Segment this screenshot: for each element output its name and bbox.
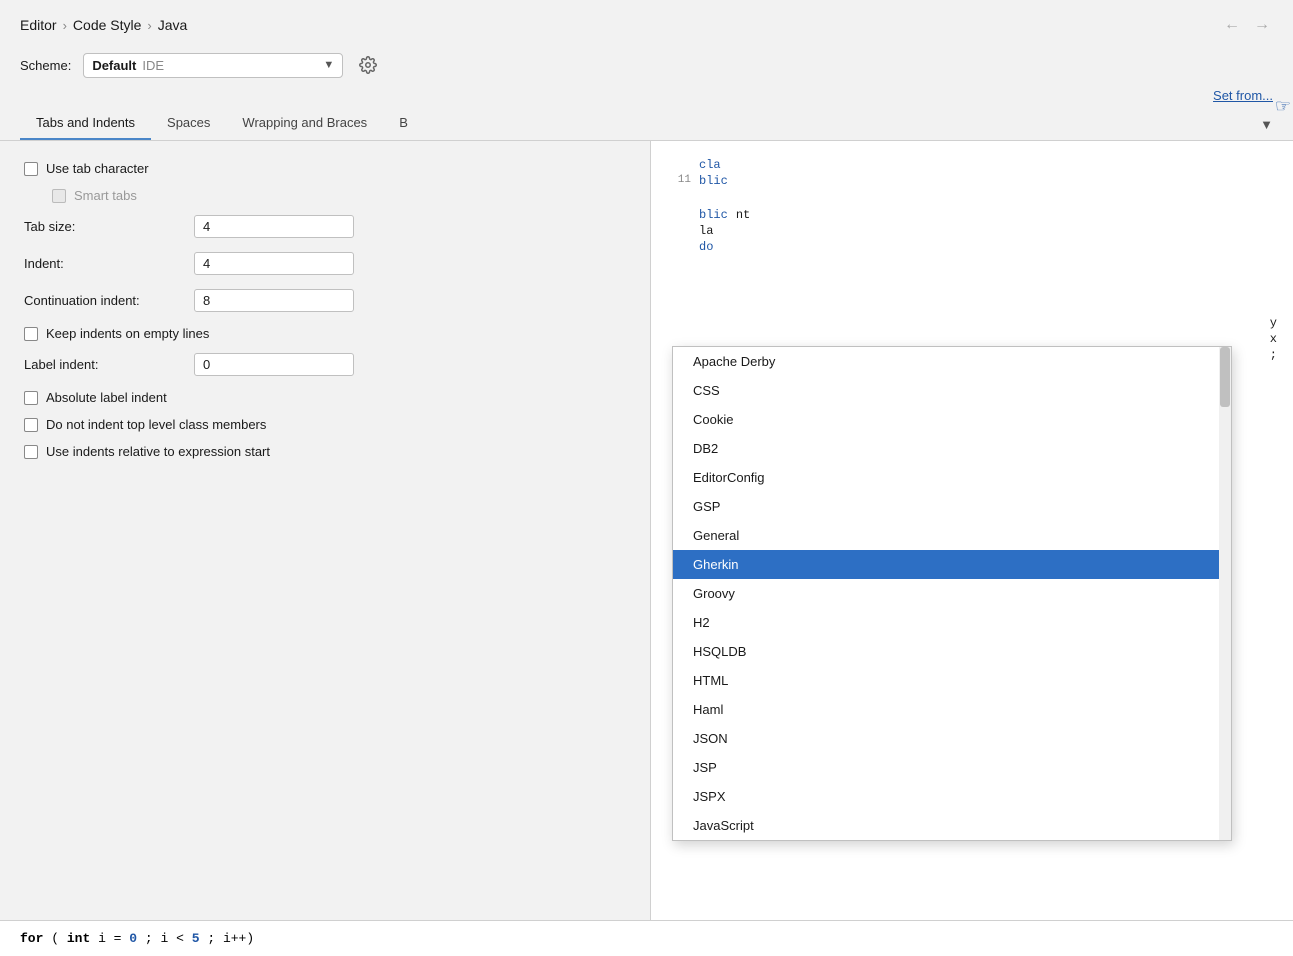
- smart-tabs-row: Smart tabs: [52, 188, 626, 203]
- tab-size-input[interactable]: [194, 215, 354, 238]
- tab-spaces-label: Spaces: [167, 115, 210, 130]
- main-container: Editor › Code Style › Java ← → Scheme: D…: [0, 0, 1293, 956]
- bottom-code-preview: for ( int i = 0 ; i < 5 ; i++): [20, 931, 254, 946]
- use-tab-char-row: Use tab character: [24, 161, 626, 176]
- absolute-label-indent-label: Absolute label indent: [46, 390, 167, 405]
- tab-size-row: Tab size:: [24, 215, 626, 238]
- breadcrumb-sep1: ›: [63, 18, 67, 33]
- dropdown-scrollbar[interactable]: [1219, 347, 1231, 840]
- scheme-row: Scheme: Default IDE ▼: [0, 46, 1293, 88]
- breadcrumb-java: Java: [158, 17, 188, 33]
- continuation-indent-row: Continuation indent:: [24, 289, 626, 312]
- set-from-link[interactable]: Set from... ☞: [1213, 88, 1273, 103]
- absolute-label-indent-checkbox[interactable]: [24, 391, 38, 405]
- absolute-label-indent-row: Absolute label indent: [24, 390, 626, 405]
- code-line-5: la: [651, 223, 1293, 239]
- label-indent-input[interactable]: [194, 353, 354, 376]
- nav-arrows: ← →: [1221, 14, 1273, 36]
- breadcrumb-bar: Editor › Code Style › Java ← →: [0, 0, 1293, 46]
- set-from-row: Set from... ☞: [0, 88, 1293, 107]
- dropdown-scrollbar-thumb: [1220, 347, 1230, 407]
- use-indents-relative-checkbox[interactable]: [24, 445, 38, 459]
- gear-icon: [359, 56, 377, 74]
- dropdown-item-html[interactable]: HTML: [673, 666, 1231, 695]
- code-line-4: blic nt: [651, 207, 1293, 223]
- dropdown-item-haml[interactable]: Haml: [673, 695, 1231, 724]
- code-spacer: [651, 255, 1293, 315]
- code-line-6: do: [651, 239, 1293, 255]
- tabs-bar: Tabs and Indents Spaces Wrapping and Bra…: [0, 107, 1293, 141]
- tab-more-button[interactable]: ▼: [1256, 109, 1277, 140]
- dropdown-item-jsp[interactable]: JSP: [673, 753, 1231, 782]
- nav-forward-button[interactable]: →: [1251, 14, 1273, 36]
- indent-row: Indent:: [24, 252, 626, 275]
- dropdown-list: Apache DerbyCSSCookieDB2EditorConfigGSPG…: [673, 347, 1231, 840]
- dropdown-item-db2[interactable]: DB2: [673, 434, 1231, 463]
- scheme-name: Default: [92, 58, 136, 73]
- scheme-dropdown[interactable]: Default IDE ▼: [83, 53, 343, 78]
- dropdown-item-json[interactable]: JSON: [673, 724, 1231, 753]
- scheme-type: IDE: [142, 58, 164, 73]
- dropdown-item-javascript[interactable]: JavaScript: [673, 811, 1231, 840]
- scheme-dropdown-arrow: ▼: [323, 59, 334, 71]
- label-indent-label: Label indent:: [24, 357, 184, 372]
- use-tab-char-label: Use tab character: [46, 161, 149, 176]
- breadcrumb-sep2: ›: [147, 18, 151, 33]
- code-line-7: y: [651, 315, 1293, 331]
- dropdown-item-jspx[interactable]: JSPX: [673, 782, 1231, 811]
- dropdown-item-hsqldb[interactable]: HSQLDB: [673, 637, 1231, 666]
- continuation-indent-label: Continuation indent:: [24, 293, 184, 308]
- dropdown-item-editorconfig[interactable]: EditorConfig: [673, 463, 1231, 492]
- left-panel: Use tab character Smart tabs Tab size: I…: [0, 141, 650, 937]
- dropdown-item-cookie[interactable]: Cookie: [673, 405, 1231, 434]
- breadcrumb-code-style: Code Style: [73, 17, 141, 33]
- dropdown-item-gsp[interactable]: GSP: [673, 492, 1231, 521]
- smart-tabs-checkbox[interactable]: [52, 189, 66, 203]
- code-line-8: x: [651, 331, 1293, 347]
- no-indent-top-level-row: Do not indent top level class members: [24, 417, 626, 432]
- breadcrumb-editor: Editor: [20, 17, 57, 33]
- tab-spaces[interactable]: Spaces: [151, 107, 226, 140]
- code-line-3: [651, 189, 1293, 207]
- continuation-indent-input[interactable]: [194, 289, 354, 312]
- use-indents-relative-label: Use indents relative to expression start: [46, 444, 270, 459]
- dropdown-item-h2[interactable]: H2: [673, 608, 1231, 637]
- dropdown-item-apache-derby[interactable]: Apache Derby: [673, 347, 1231, 376]
- keep-indents-checkbox[interactable]: [24, 327, 38, 341]
- indent-input[interactable]: [194, 252, 354, 275]
- set-from-label: Set from...: [1213, 88, 1273, 103]
- dropdown-item-general[interactable]: General: [673, 521, 1231, 550]
- no-indent-top-level-label: Do not indent top level class members: [46, 417, 266, 432]
- breadcrumb: Editor › Code Style › Java: [20, 17, 187, 33]
- content-area: Use tab character Smart tabs Tab size: I…: [0, 141, 1293, 937]
- dropdown-item-css[interactable]: CSS: [673, 376, 1231, 405]
- tab-b[interactable]: B: [383, 107, 424, 140]
- scheme-label: Scheme:: [20, 58, 71, 73]
- code-line-1: cla: [651, 157, 1293, 173]
- tab-tabs-indents-label: Tabs and Indents: [36, 115, 135, 130]
- tab-tabs-indents[interactable]: Tabs and Indents: [20, 107, 151, 140]
- dropdown-item-groovy[interactable]: Groovy: [673, 579, 1231, 608]
- tab-wrapping-label: Wrapping and Braces: [242, 115, 367, 130]
- gear-button[interactable]: [355, 52, 381, 78]
- tab-b-label: B: [399, 115, 408, 130]
- no-indent-top-level-checkbox[interactable]: [24, 418, 38, 432]
- nav-back-button[interactable]: ←: [1221, 14, 1243, 36]
- dropdown-item-gherkin[interactable]: Gherkin: [673, 550, 1231, 579]
- tab-wrapping[interactable]: Wrapping and Braces: [226, 107, 383, 140]
- keep-indents-label: Keep indents on empty lines: [46, 326, 209, 341]
- cursor-icon: ☞: [1275, 96, 1291, 117]
- set-from-dropdown[interactable]: Apache DerbyCSSCookieDB2EditorConfigGSPG…: [672, 346, 1232, 841]
- bottom-bar: for ( int i = 0 ; i < 5 ; i++): [0, 920, 1293, 956]
- use-indents-relative-row: Use indents relative to expression start: [24, 444, 626, 459]
- indent-label: Indent:: [24, 256, 184, 271]
- tab-size-label: Tab size:: [24, 219, 184, 234]
- code-line-2: 11 blic: [651, 173, 1293, 189]
- label-indent-row: Label indent:: [24, 353, 626, 376]
- keep-indents-row: Keep indents on empty lines: [24, 326, 626, 341]
- smart-tabs-label: Smart tabs: [74, 188, 137, 203]
- use-tab-char-checkbox[interactable]: [24, 162, 38, 176]
